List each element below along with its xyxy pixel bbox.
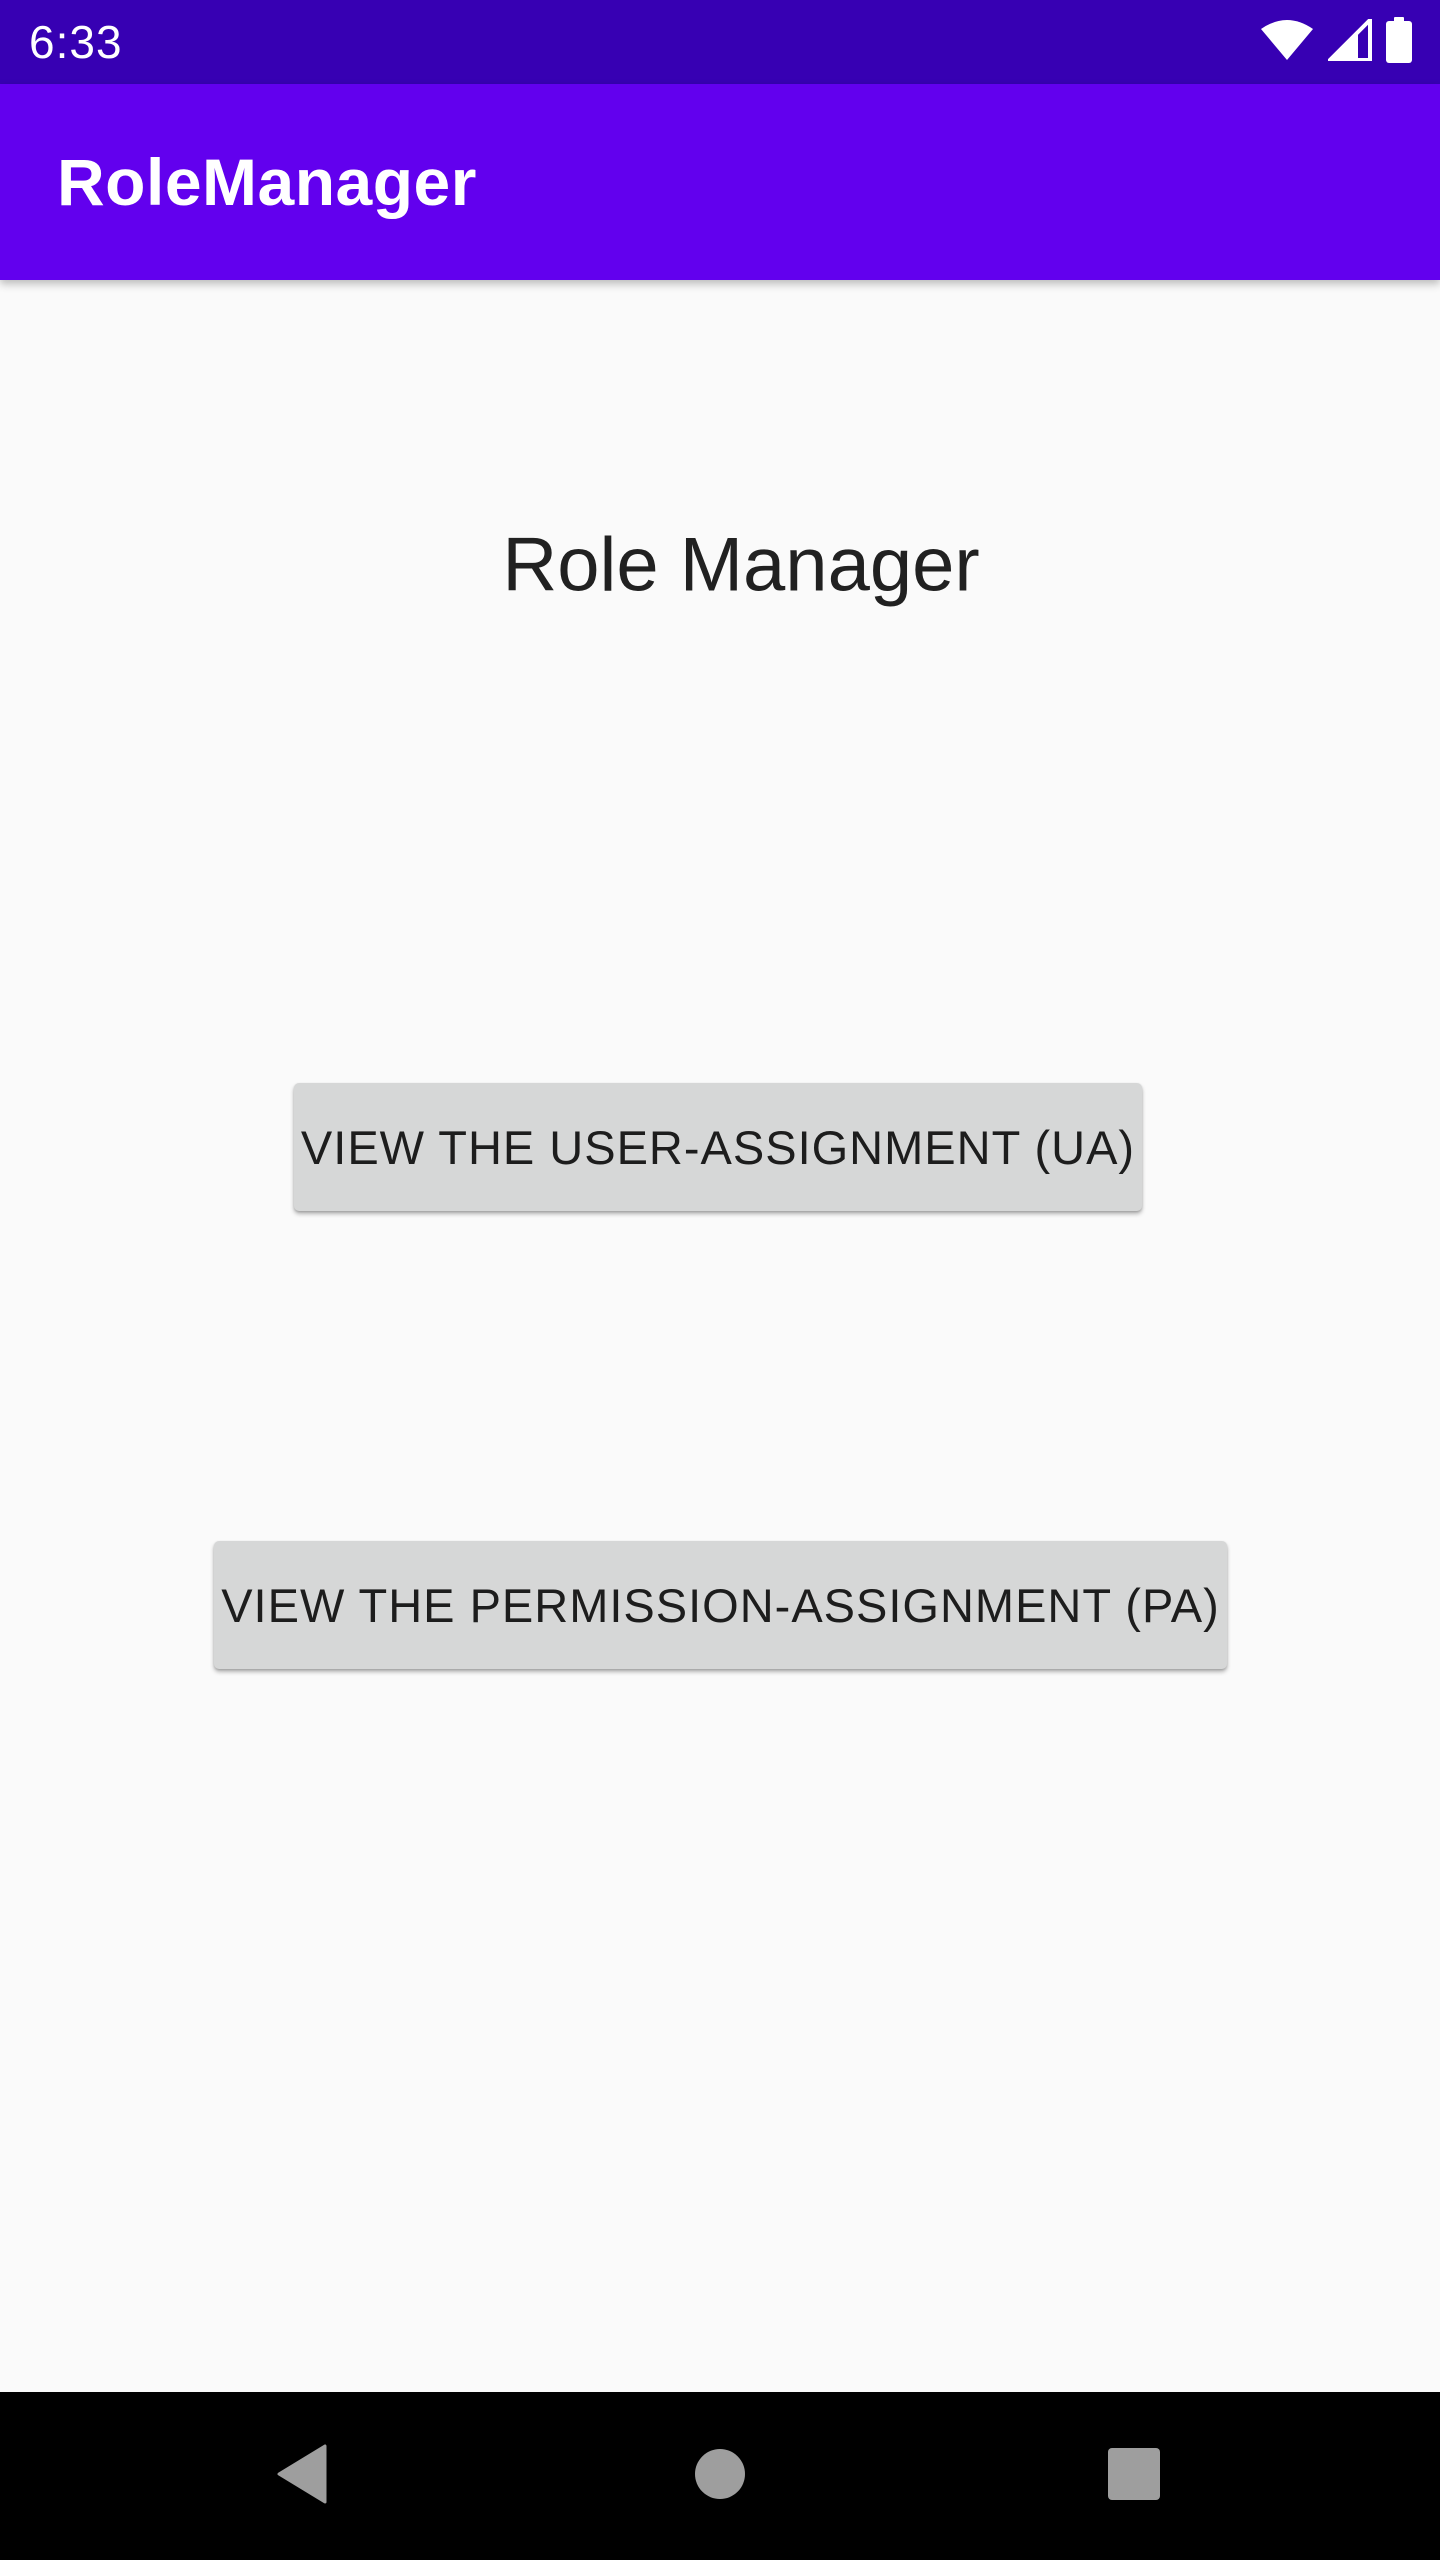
recents-icon xyxy=(1107,2447,1161,2506)
status-icons xyxy=(1260,14,1412,68)
status-time: 6:33 xyxy=(29,16,123,68)
view-permission-assignment-label: VIEW THE PERMISSION-ASSIGNMENT (PA) xyxy=(221,1578,1220,1632)
view-user-assignment-button[interactable]: VIEW THE USER-ASSIGNMENT (UA) xyxy=(294,1083,1142,1211)
app-title: RoleManager xyxy=(57,145,477,219)
navigation-bar xyxy=(0,2392,1440,2560)
back-button[interactable] xyxy=(218,2392,386,2560)
home-icon xyxy=(694,2448,746,2505)
recents-button[interactable] xyxy=(1050,2392,1218,2560)
page-heading: Role Manager xyxy=(502,522,980,608)
view-permission-assignment-button[interactable]: VIEW THE PERMISSION-ASSIGNMENT (PA) xyxy=(214,1541,1227,1669)
app-bar: RoleManager xyxy=(0,84,1440,280)
back-icon xyxy=(275,2444,329,2509)
status-bar: 6:33 xyxy=(0,0,1440,84)
cellular-signal-icon xyxy=(1325,14,1372,66)
view-user-assignment-label: VIEW THE USER-ASSIGNMENT (UA) xyxy=(300,1120,1136,1174)
wifi-icon xyxy=(1260,19,1314,66)
battery-icon xyxy=(1386,16,1412,68)
home-button[interactable] xyxy=(636,2392,804,2560)
